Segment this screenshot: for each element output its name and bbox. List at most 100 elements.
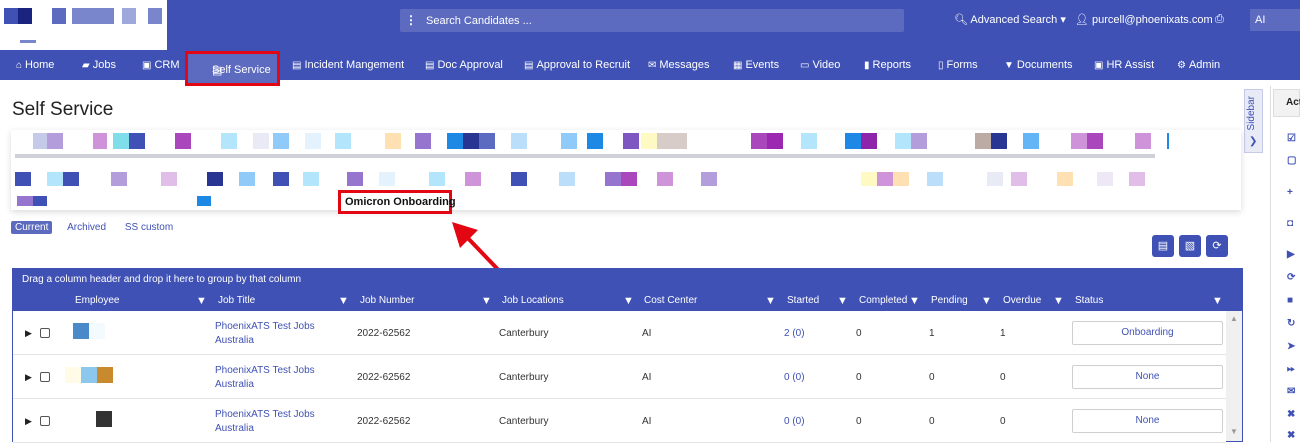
company-logo[interactable]: [0, 0, 167, 50]
filter-icon[interactable]: ▼: [765, 291, 776, 311]
col-cost-center[interactable]: Cost Center: [644, 291, 697, 311]
print-icon[interactable]: ⎙: [1215, 13, 1224, 26]
table-row[interactable]: ▶ PhoenixATS Test Jobs Australia 2022-62…: [13, 355, 1226, 399]
row-checkbox[interactable]: [40, 328, 50, 338]
table-row[interactable]: ▶ PhoenixATS Test Jobs Australia 2022-62…: [13, 311, 1226, 355]
nav-forms[interactable]: ▯ Forms: [938, 50, 978, 80]
sidebar-toggle[interactable]: Sidebar ❯: [1244, 89, 1263, 153]
nav-jobs[interactable]: ▰ Jobs: [82, 50, 116, 80]
redo-icon[interactable]: ↻: [1287, 318, 1295, 329]
col-job-title[interactable]: Job Title: [218, 291, 255, 311]
avatar: [89, 323, 105, 339]
subtab-ss-custom[interactable]: SS custom: [121, 221, 177, 234]
grid-scrollbar[interactable]: ▲ ▼: [1226, 311, 1242, 441]
job-title-link[interactable]: PhoenixATS Test Jobs: [215, 321, 315, 332]
nav-self-service[interactable]: ▤ Self Service: [185, 51, 280, 86]
filter-icon[interactable]: ▼: [1212, 291, 1223, 311]
search-candidates-input[interactable]: [426, 9, 896, 32]
col-completed[interactable]: Completed: [859, 291, 907, 311]
close-icon[interactable]: ✖: [1287, 430, 1295, 441]
search-menu-icon[interactable]: ⋮: [400, 9, 422, 32]
filter-icon[interactable]: ▼: [1053, 291, 1064, 311]
nav-incident-management[interactable]: ▤ Incident Mangement: [292, 50, 404, 80]
scroll-up-icon[interactable]: ▲: [1230, 314, 1238, 323]
expand-row-icon[interactable]: ▶: [25, 416, 32, 427]
list-icon: ▤: [292, 60, 302, 71]
avatar: [97, 367, 113, 383]
nav-reports[interactable]: ▮ Reports: [864, 50, 911, 80]
started-count[interactable]: 2 (0): [784, 328, 805, 339]
group-drop-area[interactable]: Drag a column header and drop it here to…: [13, 269, 1242, 291]
file-icon: ▯: [938, 60, 944, 71]
user-menu[interactable]: 👤︎ purcell@phoenixats.com: [1075, 13, 1213, 26]
stop-icon[interactable]: ◘: [1287, 218, 1293, 229]
subtab-archived[interactable]: Archived: [63, 221, 110, 234]
nav-crm[interactable]: ▣ CRM: [142, 50, 180, 80]
filter-icon[interactable]: ▼: [981, 291, 992, 311]
scroll-down-icon[interactable]: ▼: [1230, 427, 1238, 436]
nav-events[interactable]: ▦ Events: [733, 50, 779, 80]
nav-hr-assist[interactable]: ▣ HR Assist: [1094, 50, 1154, 80]
subtab-current[interactable]: Current: [11, 221, 53, 234]
job-location: Canterbury: [499, 416, 549, 427]
self-service-grid: Drag a column header and drop it here to…: [12, 268, 1243, 443]
cost-center: AI: [642, 328, 652, 339]
table-row[interactable]: ▶ PhoenixATS Test Jobs Australia 2022-62…: [13, 399, 1226, 443]
nav-documents[interactable]: ▼ Documents: [1004, 50, 1073, 80]
started-count[interactable]: 0 (0): [784, 416, 805, 427]
filter-icon[interactable]: ▼: [196, 291, 207, 311]
status-button[interactable]: None: [1072, 409, 1223, 433]
job-title-link[interactable]: PhoenixATS Test Jobs: [215, 365, 315, 376]
col-job-locations[interactable]: Job Locations: [502, 291, 564, 311]
plus-icon[interactable]: +: [1287, 187, 1293, 198]
col-overdue[interactable]: Overdue: [1003, 291, 1041, 311]
refresh-icon[interactable]: ⟳: [1287, 272, 1295, 283]
col-pending[interactable]: Pending: [931, 291, 968, 311]
envelope-icon[interactable]: ✉: [1287, 386, 1295, 397]
advanced-search-link[interactable]: 🔍︎ Advanced Search ▾: [954, 13, 1066, 26]
nav-video[interactable]: ▭ Video: [800, 50, 840, 80]
started-count[interactable]: 0 (0): [784, 372, 805, 383]
filter-icon[interactable]: ▼: [481, 291, 492, 311]
status-button[interactable]: Onboarding: [1072, 321, 1223, 345]
tab-omicron-onboarding[interactable]: Omicron Onboarding: [338, 190, 456, 214]
col-started[interactable]: Started: [787, 291, 819, 311]
check-icon[interactable]: ☑: [1287, 133, 1296, 144]
play-icon[interactable]: ▶: [1287, 249, 1295, 260]
expand-row-icon[interactable]: ▶: [25, 372, 32, 383]
job-title-link[interactable]: Australia: [215, 423, 254, 434]
filter-icon[interactable]: ▼: [338, 291, 349, 311]
nav-home[interactable]: ⌂ Home: [16, 50, 54, 80]
col-employee[interactable]: Employee: [75, 291, 119, 311]
status-button[interactable]: None: [1072, 365, 1223, 389]
job-title-link[interactable]: PhoenixATS Test Jobs: [215, 409, 315, 420]
job-title-link[interactable]: Australia: [215, 379, 254, 390]
filter-icon: ▼: [1004, 60, 1014, 71]
send-icon[interactable]: ➤: [1287, 341, 1295, 352]
row-checkbox[interactable]: [40, 372, 50, 382]
filter-icon[interactable]: ▼: [909, 291, 920, 311]
nav-approval-to-recruit[interactable]: ▤ Approval to Recruit: [524, 50, 630, 80]
export-excel-icon[interactable]: ▤: [1152, 235, 1174, 257]
filter-icon[interactable]: ▼: [623, 291, 634, 311]
col-status[interactable]: Status: [1075, 291, 1103, 311]
job-title-link[interactable]: Australia: [215, 335, 254, 346]
nav-doc-approval[interactable]: ▤ Doc Approval: [425, 50, 503, 80]
col-job-number[interactable]: Job Number: [360, 291, 414, 311]
list-icon: ▤: [425, 60, 435, 71]
export-pdf-icon[interactable]: ▧: [1179, 235, 1201, 257]
square-filled-icon[interactable]: ■: [1287, 295, 1293, 306]
square-icon[interactable]: ▢: [1287, 155, 1296, 166]
nav-messages[interactable]: ✉ Messages: [648, 50, 710, 80]
completed-count: 0: [856, 328, 862, 339]
filter-icon[interactable]: ▼: [837, 291, 848, 311]
completed-count: 0: [856, 372, 862, 383]
close-icon[interactable]: ✖: [1287, 409, 1295, 420]
pending-count: 0: [929, 372, 935, 383]
refresh-icon[interactable]: ⟳: [1206, 235, 1228, 257]
row-checkbox[interactable]: [40, 416, 50, 426]
fast-forward-icon[interactable]: ⏩︎: [1287, 364, 1295, 375]
expand-row-icon[interactable]: ▶: [25, 328, 32, 339]
nav-admin[interactable]: ⚙ Admin: [1177, 50, 1220, 80]
region-select[interactable]: AI: [1250, 9, 1300, 31]
